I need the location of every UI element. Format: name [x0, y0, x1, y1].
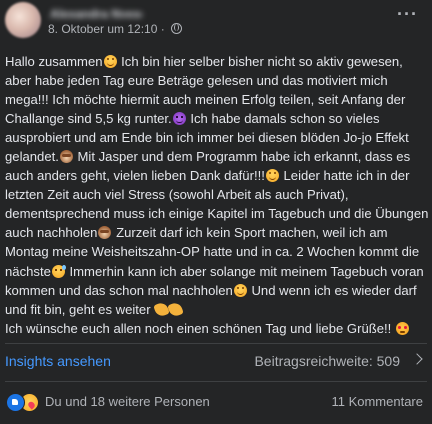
post-reach: Beitragsreichweite: 509	[254, 353, 400, 369]
post-header: Alexandra Nyeső 8. Oktober um 12:10 · ··…	[0, 0, 432, 40]
post-text-segment: Ich wünsche euch allen noch einen schöne…	[5, 320, 392, 336]
reactions-summary[interactable]: Du und 18 weitere Personen	[45, 394, 210, 409]
post-text-segment: Hallo zusammen	[5, 54, 103, 69]
author-avatar[interactable]	[5, 2, 41, 38]
post-meta: 8. Oktober um 12:10 ·	[48, 22, 183, 36]
reactions-row: Du und 18 weitere Personen 11 Kommentare	[0, 390, 432, 414]
smile-emoji-icon	[265, 169, 279, 183]
chevron-right-icon[interactable]	[411, 353, 423, 365]
more-options-icon[interactable]: ···	[397, 5, 418, 23]
smile-emoji-icon	[233, 283, 247, 297]
smiling-devil-emoji-icon	[172, 112, 186, 126]
post-body: Hallo zusammen Ich bin hier selber bishe…	[5, 52, 429, 338]
post-paragraph: Ich wünsche euch allen noch einen schöne…	[5, 319, 429, 338]
see-no-evil-monkey-emoji-icon	[98, 226, 112, 240]
post-paragraph: Hallo zusammen Ich bin hier selber bishe…	[5, 52, 429, 319]
divider	[5, 381, 427, 382]
post-timestamp[interactable]: 8. Oktober um 12:10	[48, 22, 157, 36]
insights-row: Insights ansehen Beitragsreichweite: 509	[0, 344, 432, 378]
insights-link[interactable]: Insights ansehen	[5, 353, 111, 369]
sweat-smile-emoji-icon	[51, 264, 66, 278]
meta-separator: ·	[160, 22, 165, 36]
flexed-biceps-emoji-icon	[167, 300, 185, 318]
facebook-post: Alexandra Nyeső 8. Oktober um 12:10 · ··…	[0, 0, 432, 424]
author-name[interactable]: Alexandra Nyeső	[50, 7, 142, 18]
smile-emoji-icon	[103, 55, 117, 68]
comments-count[interactable]: 11 Kommentare	[331, 394, 423, 409]
globe-icon	[171, 23, 183, 34]
see-no-evil-monkey-emoji-icon	[59, 150, 73, 164]
heart-eyes-emoji-icon	[395, 321, 409, 335]
like-icon[interactable]	[6, 393, 25, 412]
